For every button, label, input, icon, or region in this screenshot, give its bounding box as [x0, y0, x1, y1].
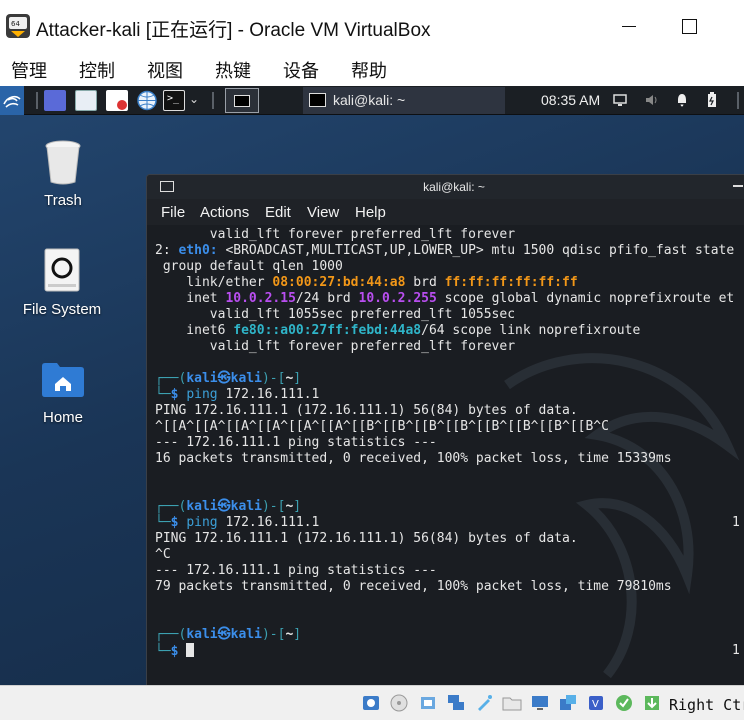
xfce-panel: >_ ⌄ kali@kali: ~ 08:35 AM	[0, 86, 744, 115]
desktop-icon-label: Trash	[44, 192, 82, 209]
terminal-line: valid_lft forever preferred_lft forever	[155, 339, 516, 354]
battery-icon[interactable]	[704, 92, 720, 108]
window-title: Attacker-kali [正在运行] - Oracle VM Virtual…	[36, 20, 431, 41]
terminal-prompt: ┌──(kali㉿kali)-[~]	[155, 627, 302, 642]
terminal-output[interactable]: valid_lft forever preferred_lft forever …	[155, 227, 744, 677]
svg-text:64: 64	[11, 20, 20, 28]
kali-dragon-icon	[3, 95, 21, 108]
terminal-line: inet6 fe80::a00:27ff:febd:44a8/64 scope …	[155, 323, 641, 338]
svg-text:V: V	[592, 699, 599, 710]
display-icon[interactable]	[530, 693, 550, 713]
panel-separator	[36, 92, 38, 109]
web-browser-icon[interactable]	[136, 90, 158, 111]
terminal-line: valid_lft forever preferred_lft forever	[155, 227, 516, 242]
trash-icon	[45, 140, 81, 185]
terminal-line: 2: eth0: <BROADCAST,MULTICAST,UP,LOWER_U…	[155, 243, 735, 258]
text-editor-icon[interactable]	[106, 90, 128, 111]
workspace-switcher-icon[interactable]	[44, 90, 66, 111]
taskbar-window-label: kali@kali: ~	[333, 92, 406, 108]
terminal-line: inet 10.0.2.15/24 brd 10.0.2.255 scope g…	[155, 291, 735, 306]
usb-icon[interactable]	[474, 693, 494, 713]
terminal-line: --- 172.16.111.1 ping statistics ---	[155, 563, 437, 578]
guest-screen[interactable]: >_ ⌄ kali@kali: ~ 08:35 AM Trash File Sy…	[0, 86, 744, 685]
virtualbox-app-icon: 64	[6, 14, 30, 38]
terminal-line: group default qlen 1000	[155, 259, 343, 274]
desktop-icon-home[interactable]: Home	[13, 356, 113, 436]
terminal-line: 16 packets transmitted, 0 received, 100%…	[155, 451, 672, 466]
terminal-right-edge-text: 1	[732, 643, 740, 658]
menu-control[interactable]: 控制	[79, 57, 115, 83]
terminal-launcher-icon[interactable]: >_	[163, 90, 185, 111]
drive-icon	[44, 248, 80, 292]
terminal-prompt: ┌──(kali㉿kali)-[~]	[155, 499, 302, 514]
terminal-minimize-button[interactable]	[733, 185, 743, 187]
desktop-icon-label: Home	[42, 409, 83, 426]
terminal-command: └─$ ping 172.16.111.1	[155, 515, 320, 530]
terminal-menu-edit[interactable]: Edit	[265, 204, 291, 221]
notification-bell-icon[interactable]	[674, 92, 690, 108]
minimize-button[interactable]	[610, 12, 646, 40]
terminal-menu-help[interactable]: Help	[355, 204, 386, 221]
host-menubar: 管理 控制 视图 热键 设备 帮助	[0, 52, 744, 86]
terminal-cursor	[186, 643, 195, 657]
terminal-title: kali@kali: ~	[423, 180, 485, 194]
panel-separator	[212, 92, 214, 109]
mouse-integration-icon[interactable]	[642, 693, 662, 713]
network-icon[interactable]	[446, 693, 466, 713]
show-desktop-button[interactable]	[225, 88, 259, 113]
hard-disk-icon[interactable]	[361, 693, 381, 713]
terminal-menubar: File Actions Edit View Help	[147, 199, 744, 225]
terminal-line: link/ether 08:00:27:bd:44:a8 brd ff:ff:f…	[155, 275, 578, 290]
host-statusbar: V Right Ctrl	[0, 685, 744, 720]
terminal-right-edge-text: 1	[732, 515, 740, 530]
volume-icon[interactable]	[644, 92, 660, 108]
terminal-titlebar[interactable]: kali@kali: ~	[147, 175, 744, 199]
terminal-menu-view[interactable]: View	[307, 204, 339, 221]
shared-folders-icon[interactable]	[502, 693, 522, 713]
maximize-button[interactable]	[672, 12, 708, 40]
audio-icon[interactable]	[418, 693, 438, 713]
terminal-command: └─$ ping 172.16.111.1	[155, 387, 320, 402]
desktop-icon-file-system[interactable]: File System	[12, 244, 112, 324]
host-key-label: Right Ctrl	[669, 696, 744, 714]
terminal-line: valid_lft 1055sec preferred_lft 1055sec	[155, 307, 516, 322]
video-capture-icon[interactable]	[558, 693, 578, 713]
desktop-icon-trash[interactable]: Trash	[13, 136, 113, 216]
menu-view[interactable]: 视图	[147, 57, 183, 83]
menu-devices[interactable]: 设备	[283, 57, 319, 83]
menu-machine[interactable]: 管理	[11, 57, 47, 83]
guest-additions-icon[interactable]	[614, 693, 634, 713]
menu-hotkeys[interactable]: 热键	[215, 57, 251, 83]
terminal-line: 79 packets transmitted, 0 received, 100%…	[155, 579, 672, 594]
desktop-icon-label: File System	[22, 301, 102, 318]
terminal-menu-actions[interactable]: Actions	[200, 204, 249, 221]
terminal-menu-file[interactable]: File	[161, 204, 185, 221]
panel-clock[interactable]: 08:35 AM	[541, 92, 600, 108]
terminal-line: --- 172.16.111.1 ping statistics ---	[155, 435, 437, 450]
panel-separator	[737, 92, 739, 109]
terminal-line: PING 172.16.111.1 (172.16.111.1) 56(84) …	[155, 531, 578, 546]
display-icon[interactable]	[612, 92, 628, 108]
terminal-input-line[interactable]: └─$	[155, 643, 195, 659]
host-titlebar: 64 Attacker-kali [正在运行] - Oracle VM Virt…	[0, 0, 744, 52]
menu-help[interactable]: 帮助	[351, 57, 387, 83]
terminal-icon	[309, 93, 326, 107]
home-folder-icon	[42, 363, 84, 397]
chevron-down-icon[interactable]: ⌄	[189, 92, 199, 106]
terminal-line: PING 172.16.111.1 (172.16.111.1) 56(84) …	[155, 403, 578, 418]
cpu-icon[interactable]: V	[586, 693, 606, 713]
terminal-prompt: ┌──(kali㉿kali)-[~]	[155, 371, 302, 386]
terminal-line: ^[[A^[[A^[[A^[[A^[[A^[[A^[[B^[[B^[[B^[[B…	[155, 419, 609, 434]
terminal-line: ^C	[155, 547, 171, 562]
kali-menu-button[interactable]	[0, 86, 24, 115]
file-manager-icon[interactable]	[75, 90, 97, 111]
optical-drive-icon[interactable]	[389, 693, 409, 713]
terminal-window[interactable]: kali@kali: ~ File Actions Edit View Help…	[146, 174, 744, 685]
